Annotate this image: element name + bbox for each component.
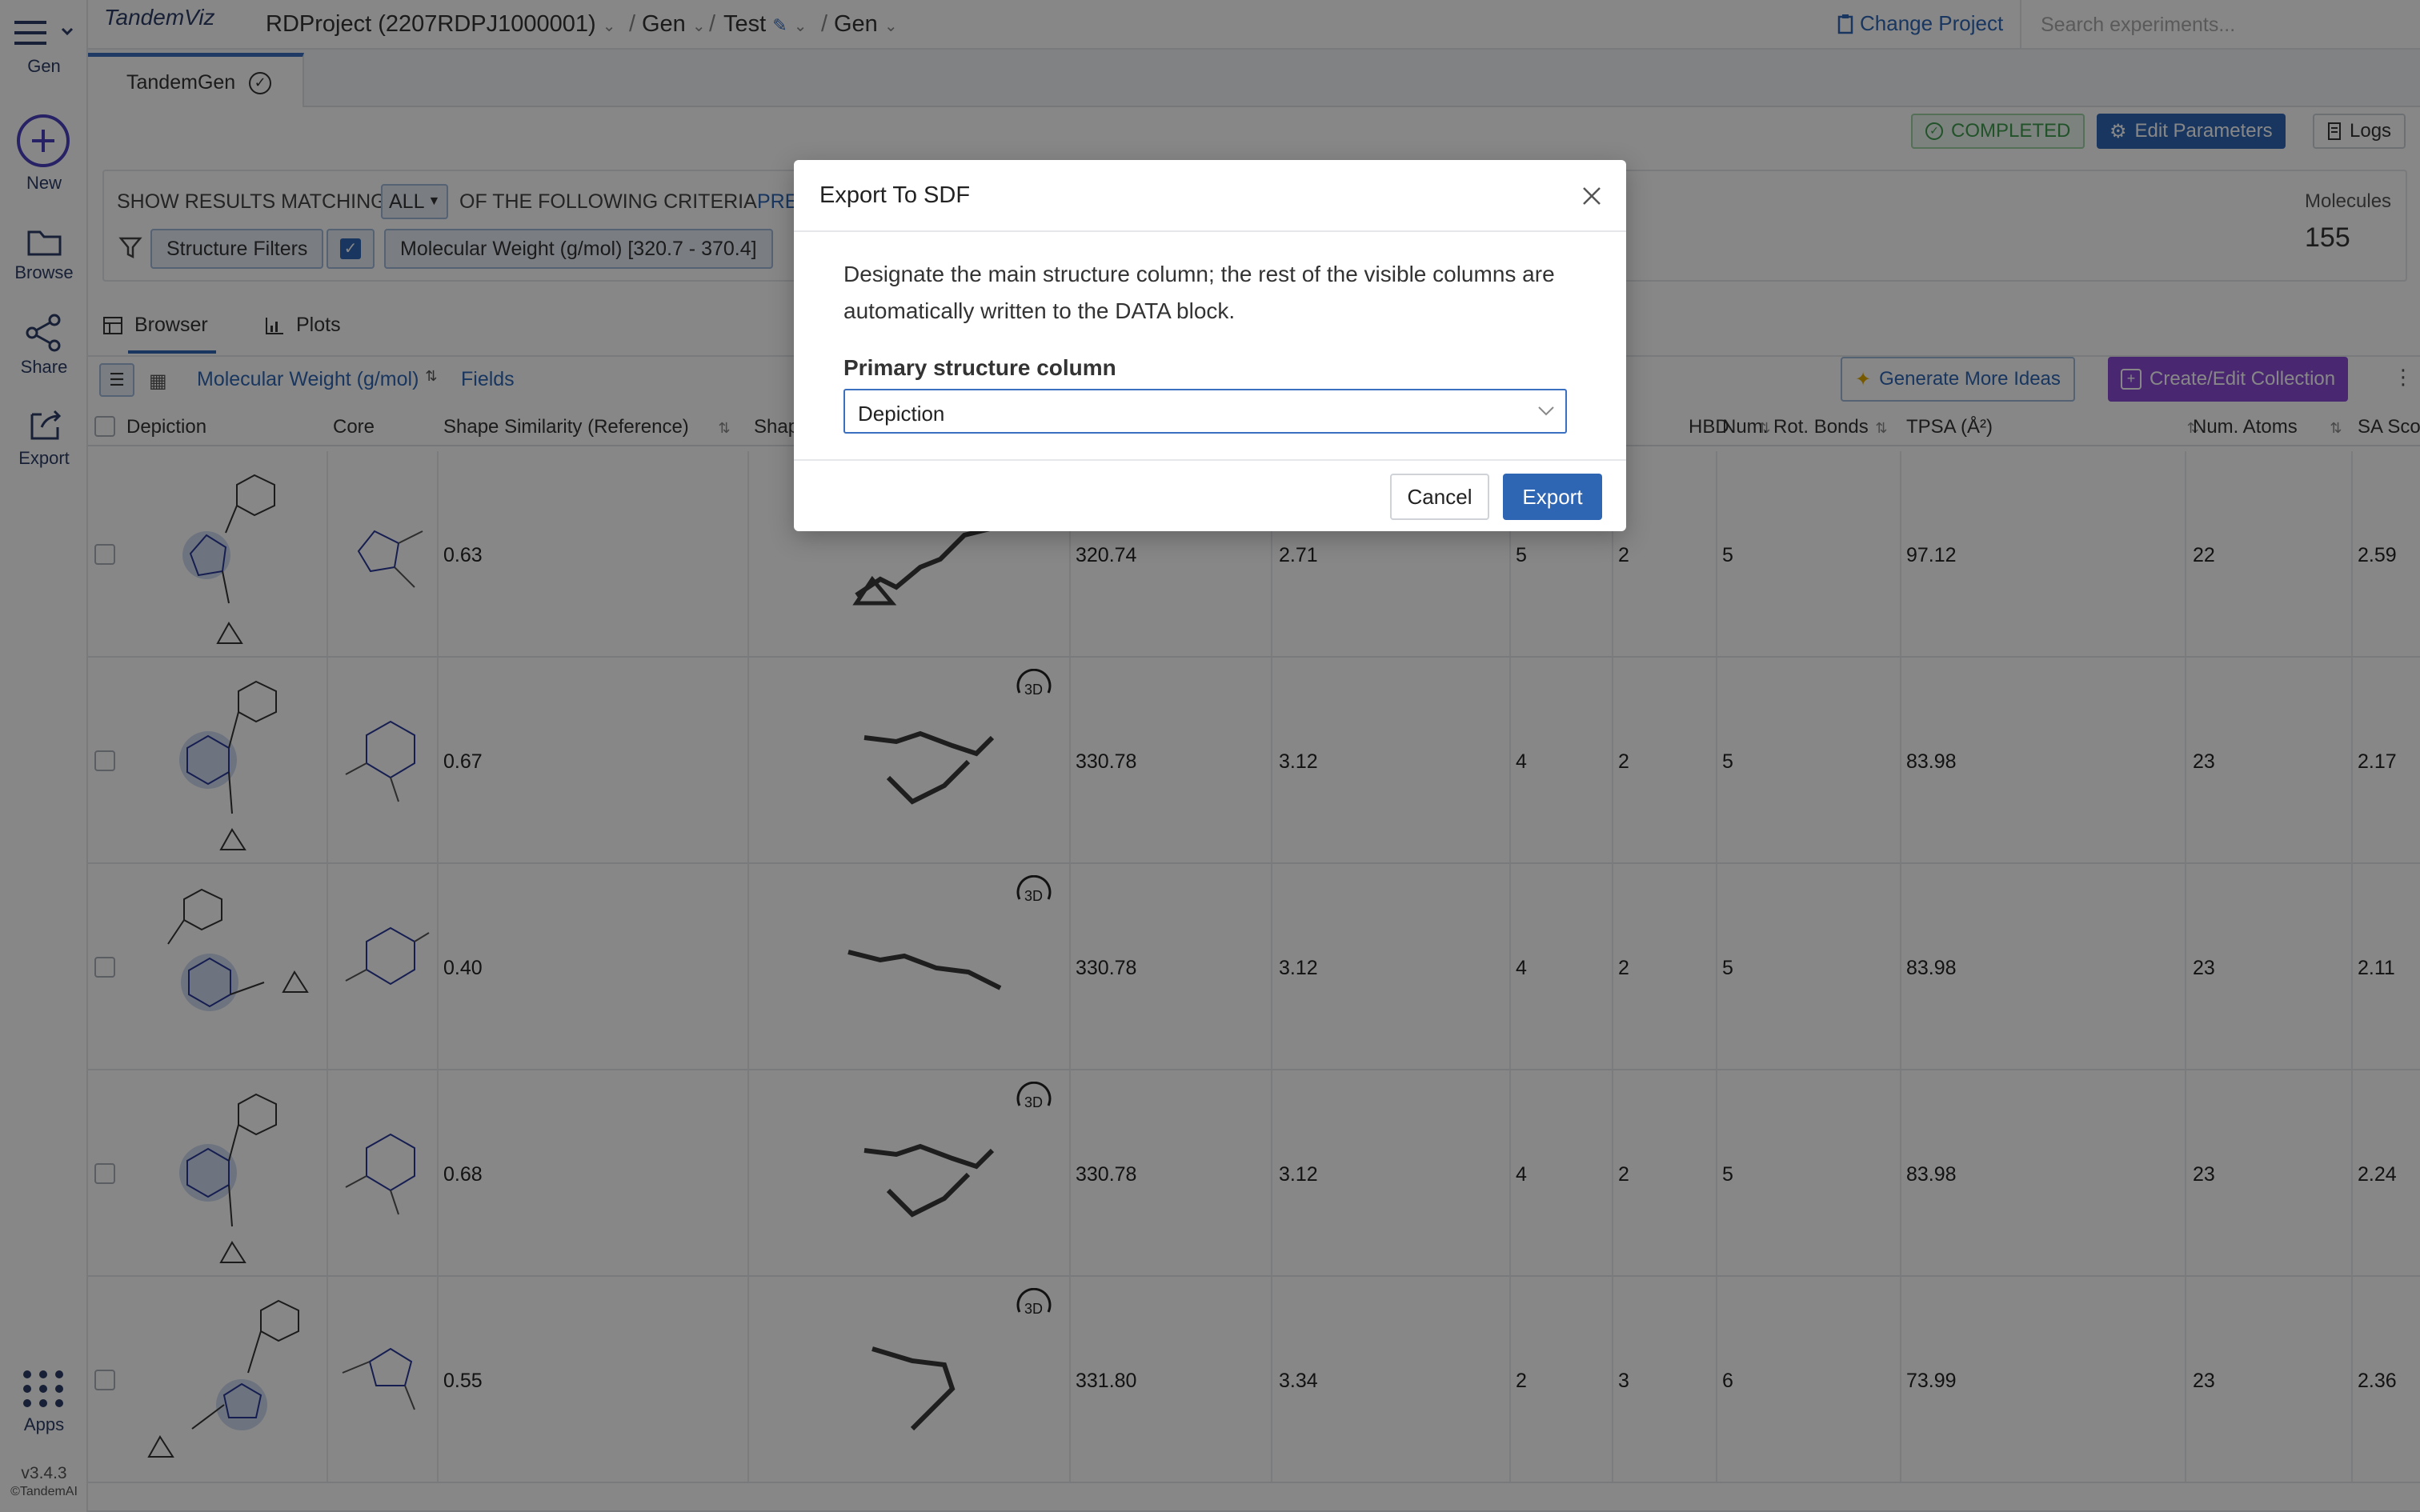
close-icon[interactable]: [1580, 184, 1604, 208]
dialog-title: Export To SDF: [819, 182, 971, 208]
dialog-header: Export To SDF: [794, 160, 1626, 232]
dialog-description: Designate the main structure column; the…: [843, 262, 1555, 323]
chevron-down-icon: [1538, 406, 1554, 416]
cancel-button[interactable]: Cancel: [1390, 474, 1489, 520]
primary-structure-value: Depiction: [858, 402, 945, 426]
primary-structure-label: Primary structure column: [843, 355, 1116, 380]
export-sdf-dialog: Export To SDF Designate the main structu…: [794, 160, 1626, 531]
export-button[interactable]: Export: [1503, 474, 1602, 520]
dialog-footer: Cancel Export: [794, 459, 1626, 531]
primary-structure-select[interactable]: Depiction: [843, 389, 1567, 434]
